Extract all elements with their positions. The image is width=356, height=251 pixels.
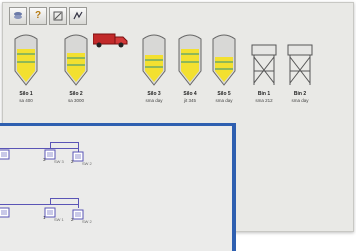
silo-name: Silo 5	[217, 91, 231, 97]
bin-name: Bin 1	[257, 91, 271, 97]
wire	[50, 198, 78, 199]
silo-value: sma day	[215, 98, 233, 103]
silo-value: sma day	[145, 98, 163, 103]
node-chip[interactable]: 2 SW 2	[71, 150, 92, 166]
wire	[50, 142, 78, 143]
help-glyph: ?	[34, 10, 42, 21]
node-sub: SW 1	[54, 217, 64, 222]
stack-icon[interactable]	[9, 7, 27, 25]
truck-icon[interactable]	[92, 31, 129, 54]
node-label: 3	[43, 157, 46, 162]
node-chip[interactable]: 3 SW 3	[43, 148, 64, 164]
node-chip[interactable]: 1 SW 1	[43, 206, 64, 222]
settings-icon[interactable]	[49, 7, 67, 25]
silo-name: Silo 1	[19, 91, 33, 97]
node-chip[interactable]: 3	[0, 206, 14, 222]
silo-name: Silo 4	[183, 91, 197, 97]
bin-2[interactable]: Bin 2 sma day	[285, 31, 315, 105]
silo-value: sa 3000	[67, 98, 84, 103]
node-sub: SW 2	[82, 219, 92, 224]
silo-value: sa 400	[19, 98, 33, 103]
silo-1[interactable]: Silo 1 sa 400	[11, 31, 41, 105]
bin-value: sma day	[291, 98, 309, 103]
silo-4[interactable]: Silo 4 jit 345	[175, 31, 205, 105]
bin-name: Bin 2	[293, 91, 307, 97]
help-icon[interactable]: ?	[29, 7, 47, 25]
node-chip[interactable]: 2	[0, 148, 14, 164]
node-chip[interactable]: 2 SW 2	[71, 208, 92, 224]
node-sub: SW 3	[54, 159, 64, 164]
node-label: 2	[71, 159, 74, 164]
silo-3[interactable]: Silo 3 sma day	[139, 31, 169, 105]
silo-5[interactable]: Silo 5 sma day	[209, 31, 239, 105]
node-sub: SW 2	[82, 161, 92, 166]
silo-name: Silo 3	[147, 91, 161, 97]
wire	[50, 198, 51, 204]
silo-name: Silo 2	[69, 91, 83, 97]
diagram-canvas: 2 3 SW 3 2 SW 2 3 1 SW 1 2 SW 2	[0, 126, 232, 251]
silo-row: Silo 1 sa 400 Silo 2 sa 3000 Silo 3 sma …	[9, 31, 349, 117]
silo-2[interactable]: Silo 2 sa 3000	[61, 31, 91, 105]
bin-1[interactable]: Bin 1 sma 212	[249, 31, 279, 105]
silo-value: jit 345	[183, 98, 196, 103]
wire	[78, 198, 79, 208]
diagram-window: 2 3 SW 3 2 SW 2 3 1 SW 1 2 SW 2	[0, 123, 236, 251]
flow-icon[interactable]	[69, 7, 87, 25]
node-label: 1	[43, 215, 46, 220]
wire	[0, 204, 78, 205]
bin-value: sma 212	[255, 98, 273, 103]
toolbar: ?	[9, 7, 87, 25]
node-label: 2	[71, 217, 74, 222]
